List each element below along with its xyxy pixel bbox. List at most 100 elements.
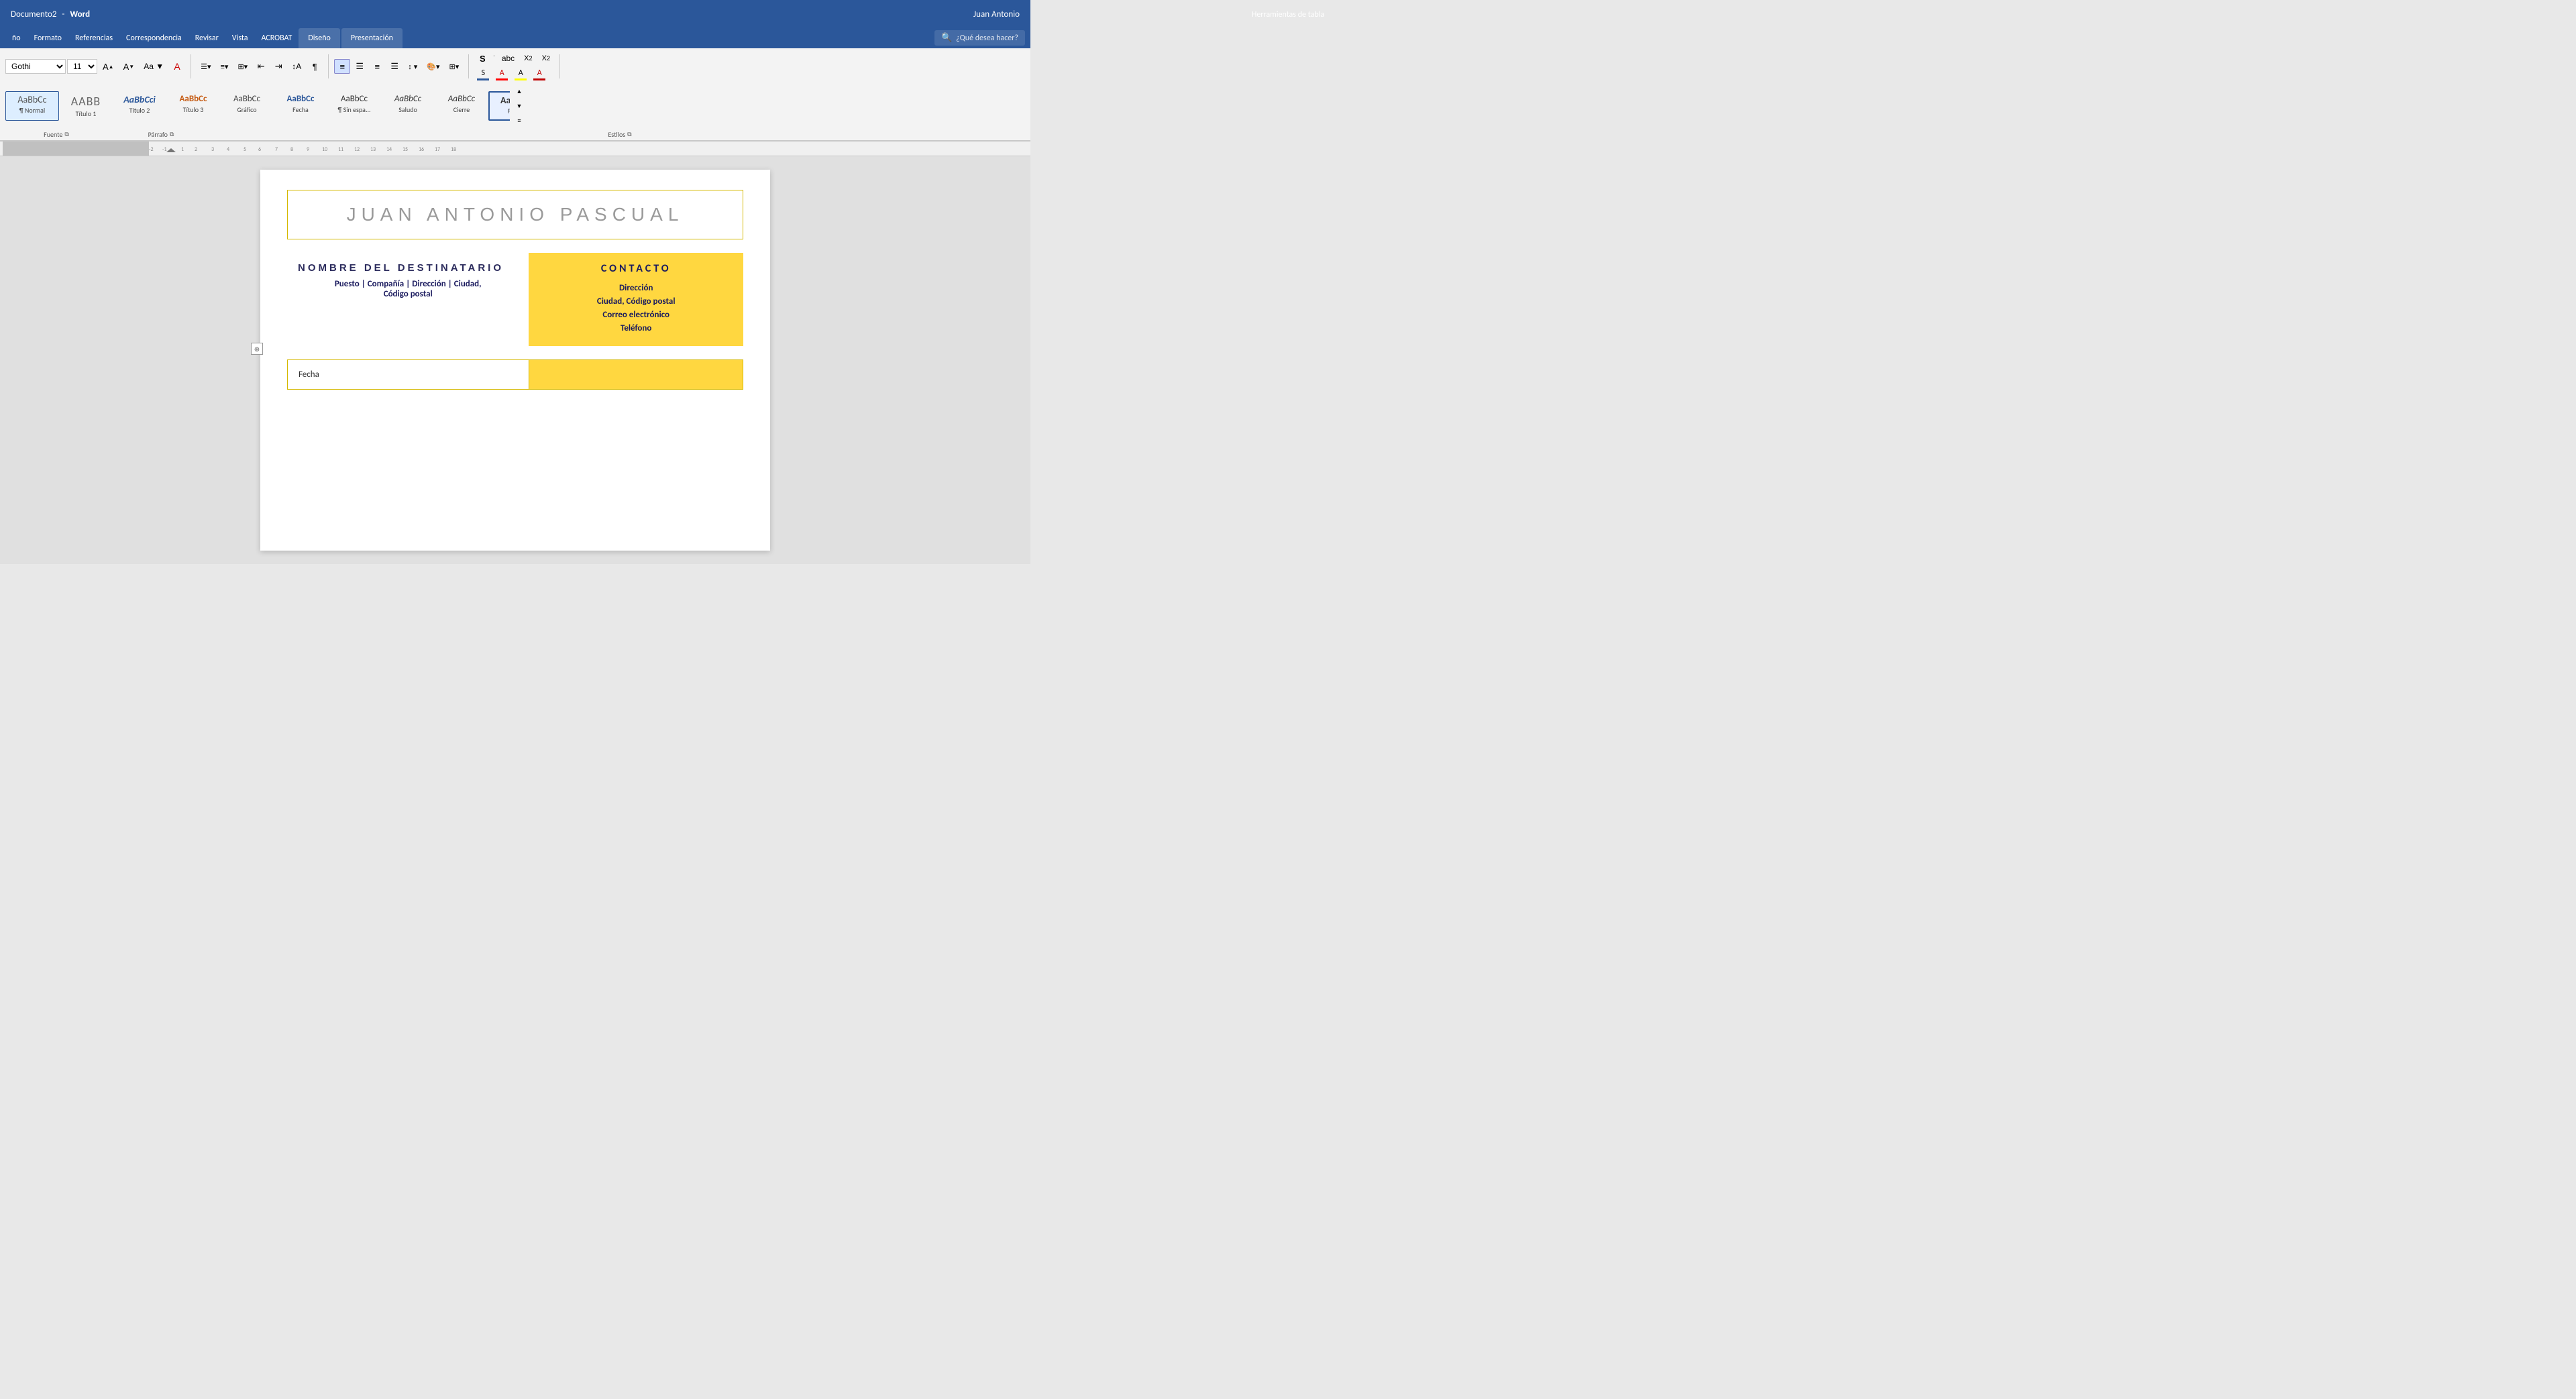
svg-text:6: 6 [258,146,261,153]
font-grow-button[interactable]: A▲ [99,59,118,74]
style-sinespacio[interactable]: AaBbCc ¶ Sin espa... [327,91,381,121]
svg-text:3: 3 [211,146,214,153]
clear-format-button[interactable]: A [169,59,185,74]
font-name-select[interactable]: Gothi [5,59,66,74]
document-header-title: JUAN ANTONIO PASCUAL [301,204,729,225]
style-fecha[interactable]: AaBbCc Fecha [274,91,327,121]
style-titulo1[interactable]: AABB Título 1 [59,91,113,121]
parrafo-group-label: Párrafo ⧉ [107,130,215,139]
recipient-details: Puesto | Compañía | Dirección | Ciudad, … [298,279,518,299]
style-titulo3[interactable]: AaBbCc Título 3 [166,91,220,121]
styles-expand[interactable]: ≡ [511,114,527,127]
underline-button[interactable]: S [474,67,492,82]
superscript-button[interactable]: X2 [538,51,554,66]
italic-button[interactable]: abc [498,51,519,66]
styles-scroll-down[interactable]: ▼ [511,99,527,113]
fuente-expand-icon[interactable]: ⧉ [64,131,68,138]
document-page: JUAN ANTONIO PASCUAL ⊕ NOMBRE DEL DESTIN… [260,170,770,551]
align-center-button[interactable]: ☰ [352,59,368,74]
header-table[interactable]: JUAN ANTONIO PASCUAL [287,190,743,239]
tab-revisar[interactable]: Revisar [189,28,225,48]
estilos-expand-icon[interactable]: ⧉ [627,131,631,138]
font-size-select[interactable]: 11 [67,59,97,74]
tab-diseno[interactable]: Diseño [299,28,339,48]
shading-button[interactable]: 🎨▾ [423,59,443,74]
date-right-cell[interactable] [529,360,743,390]
tab-presentacion[interactable]: Presentación [341,28,402,48]
date-table: Fecha [287,359,743,390]
style-cierre[interactable]: AaBbCc Cierre [435,91,488,121]
title-separator: - [62,9,64,19]
styles-list: AaBbCc ¶ Normal AABB Título 1 AaBbCci Tí… [5,91,510,121]
user-name: Juan Antonio [973,9,1020,19]
ruler: -2 -1 1 2 3 4 5 6 7 8 9 10 11 12 13 14 1… [0,142,1030,156]
contact-title: CONTACTO [539,262,733,275]
align-left-button[interactable]: ≡ [334,59,350,74]
font-format-group: S · abc X2 X2 S A A [474,51,554,82]
tab-archivo[interactable]: ño [5,28,28,48]
date-row: Fecha [288,360,743,390]
bold-button[interactable]: S [474,51,490,66]
table-move-handle[interactable]: ⊕ [251,343,263,355]
subscript-button[interactable]: X2 [520,51,536,66]
svg-text:12: 12 [354,146,360,153]
recipient-cell[interactable]: NOMBRE DEL DESTINATARIO Puesto | Compañí… [287,253,529,346]
font-color-button[interactable]: A [493,67,511,82]
align-right-button[interactable]: ≡ [369,59,385,74]
search-icon: 🔍 [941,33,952,43]
divider-4 [559,54,560,78]
numbered-list-button[interactable]: ≡▾ [216,59,232,74]
table-tools-label: Herramientas de tabla [1252,9,1324,19]
line-spacing-button[interactable]: ↕ ▾ [404,59,421,74]
dash1: · [492,51,496,66]
styles-scroll-up[interactable]: ▲ [511,85,527,98]
highlight-color-button[interactable]: A [512,67,529,82]
estilos-group-label: Estilos ⧉ [215,130,1025,139]
tab-correspondencia[interactable]: Correspondencia [119,28,189,48]
pilcrow-button[interactable]: ¶ [307,59,323,74]
tab-formato[interactable]: Formato [28,28,68,48]
divider-2 [328,54,329,78]
style-saludo[interactable]: AaBbCc Saludo [381,91,435,121]
tab-referencias[interactable]: Referencias [68,28,119,48]
date-label: Fecha [299,370,518,380]
style-firma[interactable]: AaBbCc Firma [488,91,510,121]
parrafo-expand-icon[interactable]: ⧉ [170,131,174,138]
group-labels-row: Fuente ⧉ Párrafo ⧉ Estilos ⧉ [0,130,1030,140]
recipient-name: NOMBRE DEL DESTINATARIO [298,262,518,274]
search-placeholder: ¿Qué desea hacer? [956,34,1018,43]
style-titulo2[interactable]: AaBbCci Título 2 [113,91,166,121]
styles-scroll-buttons: ▲ ▼ ≡ [510,83,529,129]
style-normal[interactable]: AaBbCc ¶ Normal [5,91,59,121]
tab-acrobat[interactable]: ACROBAT [255,28,299,48]
svg-text:5: 5 [244,146,246,153]
multilevel-list-button[interactable]: ⊞▾ [233,59,252,74]
contact-address: Dirección [539,283,733,293]
svg-text:4: 4 [227,146,229,153]
contact-cell[interactable]: CONTACTO Dirección Ciudad, Código postal… [529,253,743,346]
font-shrink-button[interactable]: A▼ [119,59,139,74]
decrease-indent-button[interactable]: ⇤ [253,59,269,74]
contact-city: Ciudad, Código postal [539,296,733,306]
bullet-list-button[interactable]: ☰▾ [197,59,215,74]
svg-text:14: 14 [386,146,392,153]
ribbon: Gothi 11 A▲ A▼ Aa ▼ A ☰▾ ≡▾ ⊞▾ ⇤ ⇥ ↕A ¶ … [0,48,1030,142]
contact-email: Correo electrónico [539,310,733,320]
search-box[interactable]: 🔍 ¿Qué desea hacer? [934,30,1025,46]
text-color-button[interactable]: A [531,67,548,82]
svg-text:10: 10 [322,146,327,153]
svg-text:11: 11 [338,146,343,153]
style-grafico[interactable]: AaBbCc Gráfico [220,91,274,121]
tab-vista[interactable]: Vista [225,28,255,48]
svg-text:16: 16 [419,146,424,153]
content-row: NOMBRE DEL DESTINATARIO Puesto | Compañí… [287,253,743,346]
increase-indent-button[interactable]: ⇥ [270,59,286,74]
justify-button[interactable]: ☰ [386,59,402,74]
sort-button[interactable]: ↕A [288,59,305,74]
svg-text:9: 9 [307,146,309,153]
ribbon-row1: Gothi 11 A▲ A▼ Aa ▼ A ☰▾ ≡▾ ⊞▾ ⇤ ⇥ ↕A ¶ … [0,48,1030,130]
change-case-button[interactable]: Aa ▼ [140,59,168,74]
document-area: JUAN ANTONIO PASCUAL ⊕ NOMBRE DEL DESTIN… [0,156,1030,564]
date-cell[interactable]: Fecha [288,360,529,390]
borders-button[interactable]: ⊞▾ [445,59,464,74]
